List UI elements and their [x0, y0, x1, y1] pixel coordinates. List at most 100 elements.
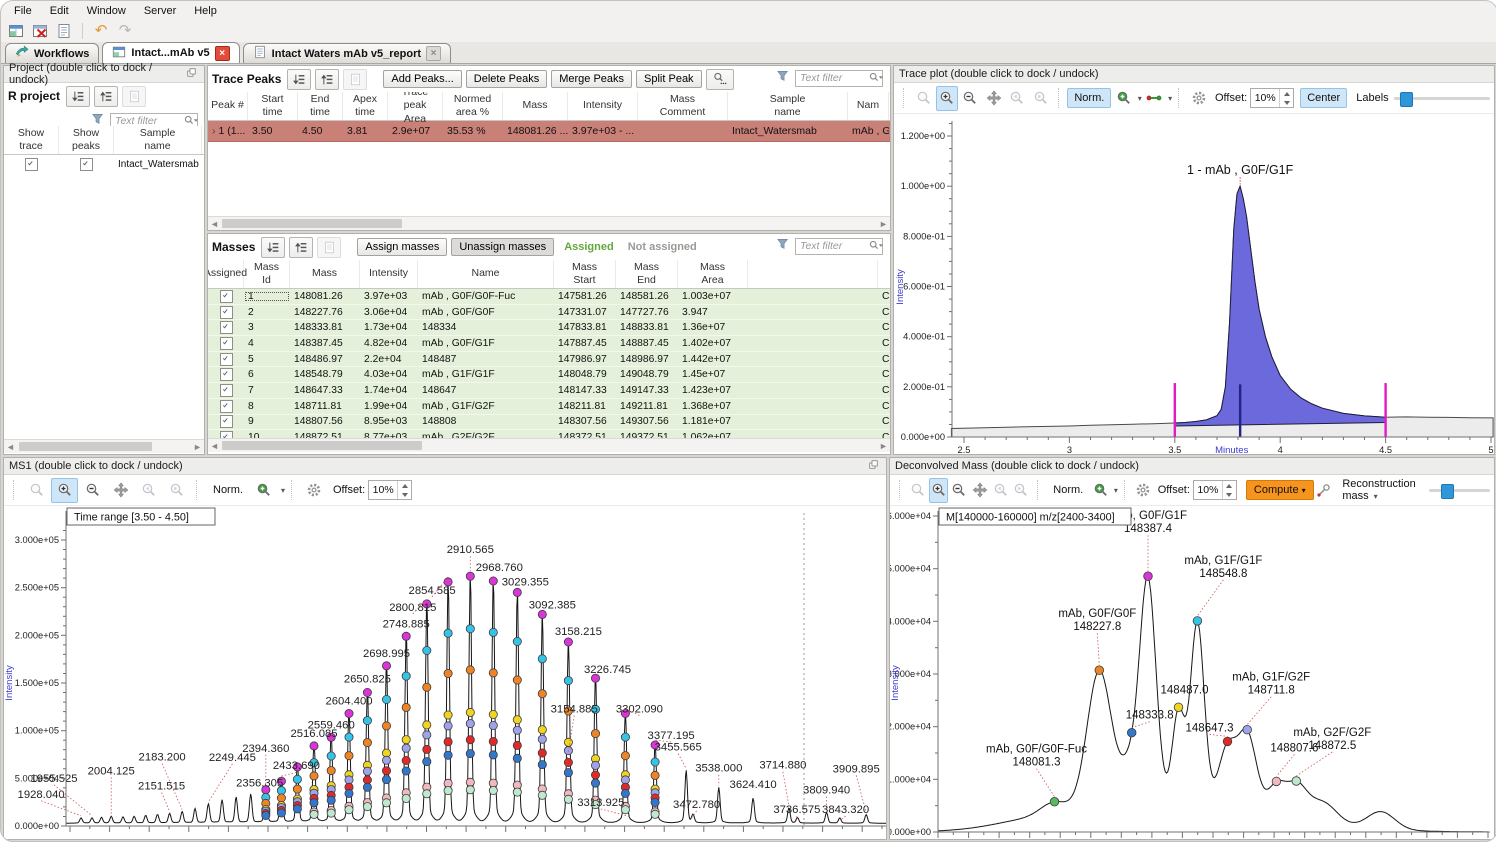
mass-charge-dot[interactable]: [345, 806, 353, 814]
mass-charge-dot[interactable]: [293, 775, 301, 783]
labels-slider[interactable]: [1394, 89, 1490, 107]
ms1-canvas[interactable]: 1928.0401955.5252004.1252151.5152183.200…: [4, 505, 886, 841]
dock-icon[interactable]: [187, 68, 199, 80]
checkbox[interactable]: [25, 158, 38, 171]
norm-button[interactable]: Norm.: [1046, 480, 1090, 500]
assigned-filter-toggle[interactable]: Assigned: [564, 241, 614, 253]
mass-charge-dot[interactable]: [489, 737, 497, 745]
mass-charge-dot[interactable]: [538, 690, 546, 698]
mass-marker-dot[interactable]: [1095, 666, 1104, 675]
mass-row[interactable]: 8148711.811.99e+04mAb , G1F/G2F148211.81…: [208, 399, 890, 415]
scroll-thumb[interactable]: [19, 442, 152, 451]
checkbox[interactable]: [220, 431, 233, 438]
mass-charge-dot[interactable]: [402, 794, 410, 802]
zoom-next-button[interactable]: [1011, 478, 1031, 503]
mass-row[interactable]: 3148333.811.73e+04148334147833.81148833.…: [208, 320, 890, 336]
mass-charge-dot[interactable]: [262, 811, 270, 819]
column-header[interactable]: Show peaks: [59, 126, 114, 154]
mass-charge-dot[interactable]: [310, 810, 318, 818]
column-header[interactable]: Start time: [248, 92, 298, 120]
mass-charge-dot[interactable]: [466, 666, 474, 674]
merge-peaksbutton[interactable]: Merge Peaks: [551, 70, 632, 88]
mass-row[interactable]: 4148387.454.82e+04mAb , G0F/G1F147887.45…: [208, 336, 890, 352]
zoom-reset-button[interactable]: [23, 478, 50, 503]
mass-charge-dot[interactable]: [402, 632, 410, 640]
zoom-next-button[interactable]: [1029, 86, 1051, 111]
report-button[interactable]: [317, 237, 341, 258]
scroll-right-arrow[interactable]: ►: [877, 439, 890, 452]
column-header[interactable]: Mass: [503, 92, 568, 120]
mass-charge-dot[interactable]: [345, 733, 353, 741]
mass-charge-dot[interactable]: [466, 625, 474, 633]
column-header[interactable]: Mass Area: [678, 260, 748, 288]
mass-charge-dot[interactable]: [564, 758, 572, 766]
mass-charge-dot[interactable]: [538, 749, 546, 757]
column-header[interactable]: Apex time: [343, 92, 388, 120]
trace-plot-chart[interactable]: 0.000e+002.000e-014.000e-016.000e-018.00…: [894, 113, 1494, 454]
column-header[interactable]: Nam: [848, 92, 889, 120]
tab-workflows[interactable]: Workflows: [5, 43, 99, 63]
column-header[interactable]: Mass End: [616, 260, 678, 288]
column-header[interactable]: [748, 260, 878, 288]
mass-charge-dot[interactable]: [466, 720, 474, 728]
checkbox[interactable]: [220, 384, 233, 397]
dropdown-caret-icon[interactable]: ▾: [1114, 486, 1118, 495]
decon-canvas[interactable]: mAb, G0F/G0F-Fuc148081.3mAb, G0F/G0F1482…: [890, 505, 1494, 841]
ms1-chart[interactable]: 1928.0401955.5252004.1252151.5152183.200…: [4, 505, 886, 839]
menu-file[interactable]: File: [5, 3, 41, 19]
mass-charge-dot[interactable]: [489, 710, 497, 718]
report-button[interactable]: [122, 86, 146, 107]
mass-charge-dot[interactable]: [444, 711, 452, 719]
unassign-masses-button[interactable]: Unassign masses: [451, 238, 554, 256]
decon-chart[interactable]: mAb, G0F/G0F-Fuc148081.3mAb, G0F/G0F1482…: [890, 505, 1494, 839]
zoom-prev-button[interactable]: [1006, 86, 1028, 111]
zoom-green-button[interactable]: [1091, 478, 1111, 503]
mass-charge-dot[interactable]: [621, 733, 629, 741]
mass-charge-dot[interactable]: [489, 751, 497, 759]
mass-charge-dot[interactable]: [363, 783, 371, 791]
zoom-green-button[interactable]: [251, 478, 278, 503]
mass-marker-dot[interactable]: [1292, 777, 1301, 786]
mass-charge-dot[interactable]: [591, 779, 599, 787]
mass-charge-dot[interactable]: [327, 767, 335, 775]
menu-server[interactable]: Server: [135, 3, 185, 19]
column-header[interactable]: Mass Comment: [638, 92, 728, 120]
scroll-right-arrow[interactable]: ►: [877, 217, 890, 230]
mass-charge-dot[interactable]: [382, 722, 390, 730]
mass-charge-dot[interactable]: [444, 629, 452, 637]
mass-charge-dot[interactable]: [382, 662, 390, 670]
column-header[interactable]: Show trace: [4, 126, 59, 154]
column-header[interactable]: Mass Id: [244, 260, 290, 288]
mass-charge-dot[interactable]: [621, 752, 629, 760]
expand-all-button[interactable]: [66, 86, 90, 107]
mass-marker-dot[interactable]: [1272, 777, 1281, 786]
mass-marker-dot[interactable]: [1127, 728, 1136, 737]
mass-charge-dot[interactable]: [538, 735, 546, 743]
dropdown-caret-icon[interactable]: ▾: [1138, 94, 1142, 103]
mass-charge-dot[interactable]: [513, 716, 521, 724]
scroll-thumb[interactable]: [222, 219, 402, 228]
mass-charge-dot[interactable]: [513, 788, 521, 796]
zoom-reset-button[interactable]: [908, 478, 928, 503]
compute-button[interactable]: Compute ▾: [1246, 480, 1314, 500]
mass-charge-dot[interactable]: [402, 744, 410, 752]
checkbox[interactable]: [80, 158, 93, 171]
tab-close-icon[interactable]: ×: [215, 46, 230, 61]
column-header[interactable]: Sample name: [114, 126, 202, 154]
mass-charge-dot[interactable]: [466, 750, 474, 758]
mass-charge-dot[interactable]: [538, 726, 546, 734]
mass-charge-dot[interactable]: [651, 798, 659, 806]
filter-search-icon[interactable]: [869, 72, 885, 84]
mass-charge-dot[interactable]: [564, 769, 572, 777]
mass-charge-dot[interactable]: [382, 767, 390, 775]
mass-charge-dot[interactable]: [363, 767, 371, 775]
zoom-prev-button[interactable]: [135, 478, 162, 503]
mass-charge-dot[interactable]: [363, 717, 371, 725]
mass-charge-dot[interactable]: [423, 721, 431, 729]
report-button[interactable]: [55, 22, 73, 40]
mass-charge-dot[interactable]: [564, 795, 572, 803]
mass-row[interactable]: 1148081.263.97e+03mAb , G0F/G0F-Fuc14758…: [208, 289, 890, 305]
dropdown-caret-icon[interactable]: ▾: [281, 486, 285, 495]
mass-charge-dot[interactable]: [466, 572, 474, 580]
checkbox[interactable]: [220, 400, 233, 413]
